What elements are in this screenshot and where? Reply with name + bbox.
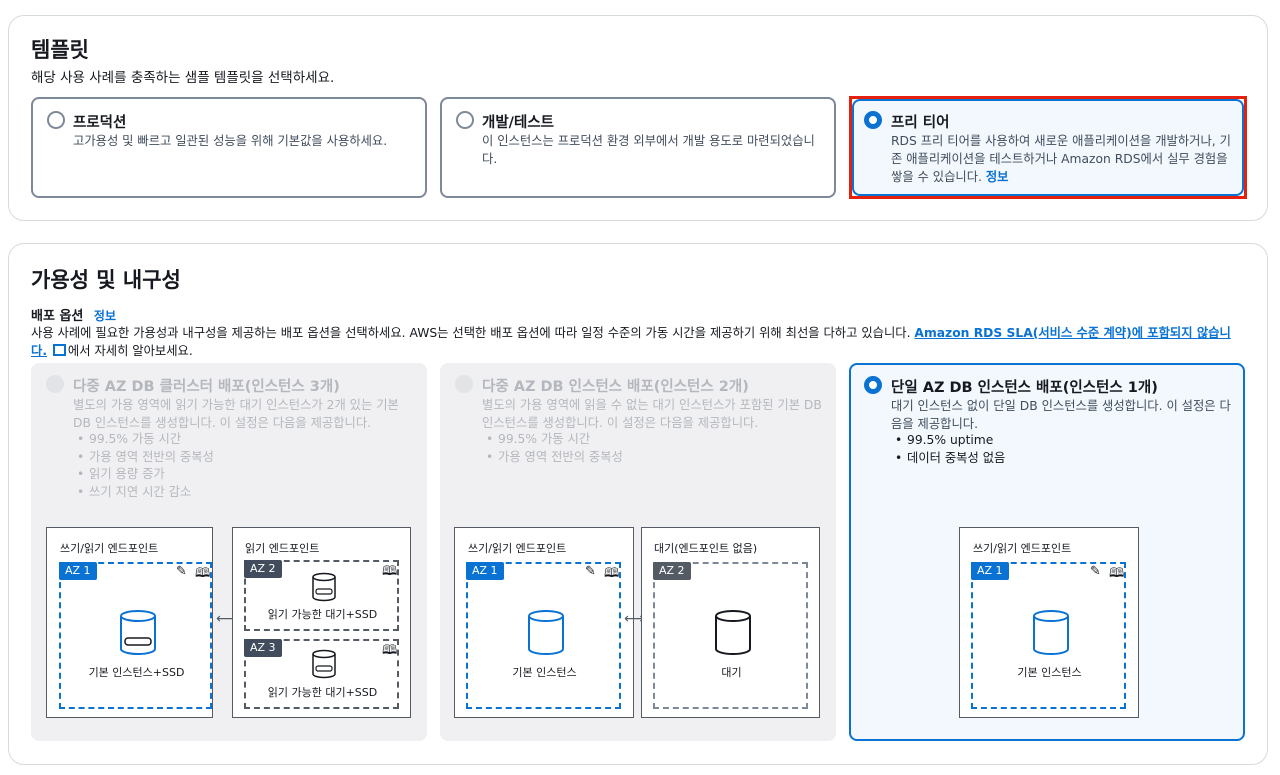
feature-item: 데이터 중복성 없음 bbox=[891, 450, 1005, 468]
template-option-production[interactable]: 프로덕션 고가용성 및 빠르고 일관된 성능을 위해 기본값을 사용하세요. bbox=[31, 97, 427, 198]
write-read-endpoint-box: 쓰기/읽기 엔드포인트 AZ 1 ✎ 🕮 기본 인스턴스 bbox=[454, 527, 634, 718]
readable-standby-label: 읽기 가능한 대기+SSD bbox=[267, 686, 378, 699]
template-option-title: 프로덕션 bbox=[73, 115, 127, 131]
radio-button-multi-az-instance bbox=[455, 375, 473, 393]
az3-zone: AZ 3 🕮 읽기 가능한 대기+SSD bbox=[244, 639, 399, 709]
radio-button-dev-test[interactable] bbox=[456, 111, 474, 129]
deployment-option-title: 다중 AZ DB 클러스터 배포(인스턴스 3개) bbox=[73, 379, 340, 395]
template-option-description: 이 인스턴스는 프로덕션 환경 외부에서 개발 용도로 마련되었습니다. bbox=[482, 134, 815, 166]
feature-list: 99.5% uptime 데이터 중복성 없음 bbox=[891, 432, 1005, 467]
radio-button-production[interactable] bbox=[47, 111, 65, 129]
feature-item: 99.5% uptime bbox=[891, 432, 1005, 450]
standby-label: 대기 bbox=[721, 666, 742, 679]
deployment-options-description: 사용 사례에 필요한 가용성과 내구성을 제공하는 배포 옵션을 선택하세요. … bbox=[31, 324, 1241, 360]
feature-item: 가용 영역 전반의 중복성 bbox=[482, 449, 623, 467]
endpoint-label: 쓰기/읽기 엔드포인트 bbox=[60, 542, 159, 555]
database-icon bbox=[120, 610, 156, 655]
book-icon: 🕮 bbox=[382, 643, 398, 658]
database-icon bbox=[312, 649, 336, 679]
feature-item: 읽기 용량 증가 bbox=[73, 466, 214, 484]
deployment-option-multi-az-instance: 다중 AZ DB 인스턴스 배포(인스턴스 2개) 별도의 가용 영역에 읽을 … bbox=[440, 363, 836, 741]
deployment-options-label: 배포 옵션 정보 bbox=[31, 305, 116, 324]
templates-description: 해당 사용 사례를 충족하는 샘플 템플릿을 선택하세요. bbox=[31, 70, 335, 86]
deployment-option-description: 별도의 가용 영역에 읽을 수 없는 대기 인스턴스가 포함된 기본 DB 인스… bbox=[482, 398, 822, 430]
az1-tag: AZ 1 bbox=[59, 562, 97, 580]
deployment-description-text: 사용 사례에 필요한 가용성과 내구성을 제공하는 배포 옵션을 선택하세요. … bbox=[31, 326, 911, 340]
deployment-option-title: 다중 AZ DB 인스턴스 배포(인스턴스 2개) bbox=[482, 379, 749, 395]
feature-item: 쓰기 지연 시간 감소 bbox=[73, 484, 214, 502]
template-option-description: 고가용성 및 빠르고 일관된 성능을 위해 기본값을 사용하세요. bbox=[73, 134, 388, 148]
deployment-option-description: 대기 인스턴스 없이 단일 DB 인스턴스를 생성합니다. 이 설정은 다음을 … bbox=[891, 399, 1231, 431]
edit-icon: ✎ bbox=[585, 564, 596, 579]
template-option-dev-test[interactable]: 개발/테스트 이 인스턴스는 프로덕션 환경 외부에서 개발 용도로 마련되었습… bbox=[440, 97, 836, 198]
primary-instance-label: 기본 인스턴스 bbox=[1017, 666, 1082, 679]
database-icon bbox=[715, 610, 751, 655]
endpoint-label: 쓰기/읽기 엔드포인트 bbox=[468, 542, 567, 555]
edit-icon: ✎ bbox=[1090, 564, 1101, 579]
templates-heading: 템플릿 bbox=[31, 38, 89, 62]
az1-tag: AZ 1 bbox=[466, 562, 504, 580]
primary-instance-label: 기본 인스턴스 bbox=[512, 666, 577, 679]
feature-item: 99.5% 가동 시간 bbox=[482, 431, 623, 449]
info-link[interactable]: 정보 bbox=[94, 309, 116, 323]
feature-list: 99.5% 가동 시간 가용 영역 전반의 중복성 bbox=[482, 431, 623, 466]
deployment-option-single-az[interactable]: 단일 AZ DB 인스턴스 배포(인스턴스 1개) 대기 인스턴스 없이 단일 … bbox=[849, 363, 1245, 741]
database-icon bbox=[312, 572, 336, 602]
book-icon: 🕮 bbox=[195, 566, 211, 581]
deployment-option-title: 단일 AZ DB 인스턴스 배포(인스턴스 1개) bbox=[891, 380, 1158, 396]
az2-zone: AZ 2 🕮 읽기 가능한 대기+SSD bbox=[244, 560, 399, 631]
feature-item: 가용 영역 전반의 중복성 bbox=[73, 449, 214, 467]
endpoint-label: 읽기 엔드포인트 bbox=[245, 542, 320, 555]
database-icon bbox=[528, 610, 564, 655]
readable-standby-label: 읽기 가능한 대기+SSD bbox=[267, 608, 378, 621]
deployment-option-multi-az-cluster: 다중 AZ DB 클러스터 배포(인스턴스 3개) 별도의 가용 영역에 읽기 … bbox=[31, 363, 427, 741]
radio-button-multi-az-cluster bbox=[46, 375, 64, 393]
deployment-description-suffix: 에서 자세히 알아보세요. bbox=[67, 344, 193, 358]
external-link-icon[interactable] bbox=[52, 344, 66, 356]
write-read-endpoint-box: 쓰기/읽기 엔드포인트 AZ 1 ✎ 🕮 기본 인스턴스 bbox=[959, 527, 1139, 718]
template-option-title: 개발/테스트 bbox=[482, 115, 554, 131]
az2-tag: AZ 2 bbox=[653, 562, 691, 580]
read-endpoint-box: 읽기 엔드포인트 AZ 2 🕮 읽기 가능한 대기+SSD AZ 3 🕮 읽기 … bbox=[232, 527, 411, 718]
database-icon bbox=[1033, 610, 1069, 655]
availability-heading: 가용성 및 내구성 bbox=[31, 268, 181, 292]
feature-list: 99.5% 가동 시간 가용 영역 전반의 중복성 읽기 용량 증가 쓰기 지연… bbox=[73, 431, 214, 501]
feature-item: 99.5% 가동 시간 bbox=[73, 431, 214, 449]
az3-tag: AZ 3 bbox=[244, 639, 282, 657]
edit-icon: ✎ bbox=[176, 564, 187, 579]
endpoint-label: 쓰기/읽기 엔드포인트 bbox=[973, 542, 1072, 555]
write-read-endpoint-box: 쓰기/읽기 엔드포인트 AZ 1 ✎ 🕮 기본 인스턴스+SSD bbox=[46, 527, 213, 718]
deployment-option-description: 별도의 가용 영역에 읽기 가능한 대기 인스턴스가 2개 있는 기본 DB 인… bbox=[73, 398, 399, 430]
standby-box: 대기(엔드포인트 없음) AZ 2 대기 bbox=[641, 527, 820, 718]
book-icon: 🕮 bbox=[604, 566, 620, 581]
az2-tag: AZ 2 bbox=[244, 560, 282, 578]
book-icon: 🕮 bbox=[382, 564, 398, 579]
az1-zone: AZ 1 ✎ 🕮 기본 인스턴스+SSD bbox=[59, 562, 212, 709]
deployment-options-label-text: 배포 옵션 bbox=[31, 309, 84, 324]
endpoint-label: 대기(엔드포인트 없음) bbox=[654, 542, 758, 555]
radio-button-single-az[interactable] bbox=[864, 376, 882, 394]
az1-zone: AZ 1 ✎ 🕮 기본 인스턴스 bbox=[466, 562, 621, 709]
primary-instance-label: 기본 인스턴스+SSD bbox=[88, 666, 185, 679]
book-icon: 🕮 bbox=[1109, 566, 1125, 581]
az1-tag: AZ 1 bbox=[971, 562, 1009, 580]
az2-zone: AZ 2 대기 bbox=[653, 562, 808, 709]
highlight-box bbox=[849, 96, 1247, 199]
az1-zone: AZ 1 ✎ 🕮 기본 인스턴스 bbox=[971, 562, 1126, 709]
